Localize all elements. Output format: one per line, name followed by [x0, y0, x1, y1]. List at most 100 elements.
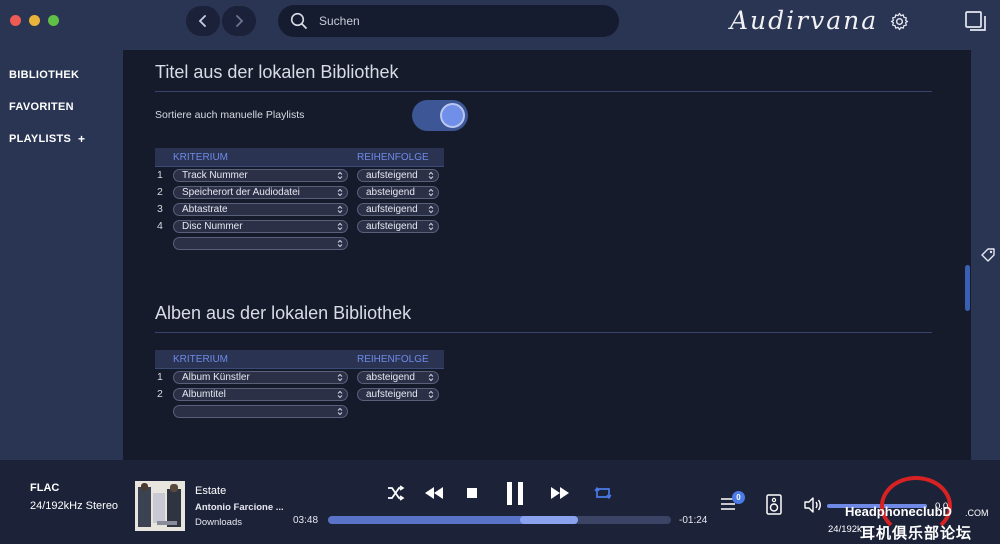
mini-player-icon[interactable]	[964, 10, 988, 34]
seek-bar-buffer	[520, 516, 578, 524]
window-minimize-button[interactable]	[29, 15, 40, 26]
tracks-section-title: Titel aus der lokalen Bibliothek	[155, 62, 399, 82]
chevron-right-icon	[236, 15, 244, 27]
updown-icon	[337, 390, 343, 399]
updown-icon	[428, 188, 434, 197]
criterion-select-empty[interactable]	[173, 405, 348, 418]
criterion-select[interactable]: Abtastrate	[173, 203, 348, 216]
manual-playlists-toggle[interactable]	[412, 100, 468, 131]
watermark-cn: 耳机俱乐部论坛	[860, 525, 973, 542]
criterion-select[interactable]: Speicherort der Audiodatei	[173, 186, 348, 199]
sidebar: BIBLIOTHEK FAVORITEN PLAYLISTS +	[0, 50, 123, 460]
remaining-time: -01:24	[679, 515, 708, 526]
queue-count-badge: 0	[732, 491, 745, 504]
albums-section-title: Alben aus der lokalen Bibliothek	[155, 303, 412, 323]
audio-format-detail: 24/192kHz Stereo	[30, 500, 119, 512]
updown-icon	[337, 407, 343, 416]
title-bar: Suchen Audirvana	[0, 0, 1000, 50]
search-icon	[290, 12, 307, 29]
album-art-image	[135, 481, 185, 531]
order-select[interactable]: absteigend	[357, 371, 439, 384]
order-select[interactable]: aufsteigend	[357, 388, 439, 401]
speaker-device-icon[interactable]	[766, 494, 782, 515]
row-number: 3	[157, 203, 163, 215]
criterion-select-empty[interactable]	[173, 237, 348, 250]
select-value: absteigend	[366, 187, 415, 198]
volume-icon[interactable]	[804, 497, 822, 513]
stop-icon[interactable]	[466, 487, 478, 499]
previous-icon[interactable]	[425, 487, 443, 499]
row-number: 1	[157, 371, 163, 383]
order-select[interactable]: aufsteigend	[357, 169, 439, 182]
shuffle-icon[interactable]	[387, 485, 405, 501]
sidebar-item-favorites[interactable]: FAVORITEN	[9, 101, 74, 113]
track-title[interactable]: Estate	[195, 485, 226, 497]
row-number: 2	[157, 388, 163, 400]
divider	[155, 332, 932, 333]
manual-playlists-toggle-label: Sortiere auch manuelle Playlists	[155, 109, 305, 121]
tag-icon[interactable]	[980, 247, 996, 263]
header-order: REIHENFOLGE	[357, 152, 429, 163]
select-value: Album Künstler	[182, 372, 250, 383]
back-button[interactable]	[186, 6, 220, 36]
header-criterion: KRITERIUM	[173, 152, 228, 163]
toggle-knob	[440, 103, 465, 128]
watermark-domain: .COM	[965, 508, 989, 518]
search-input[interactable]: Suchen	[278, 5, 619, 37]
scrollbar-thumb[interactable]	[965, 265, 970, 311]
updown-icon	[337, 171, 343, 180]
seek-bar[interactable]	[328, 516, 671, 524]
chevron-left-icon	[198, 15, 206, 27]
order-select[interactable]: aufsteigend	[357, 220, 439, 233]
select-value: aufsteigend	[366, 170, 418, 181]
audio-format: FLAC	[30, 482, 60, 494]
order-select[interactable]: aufsteigend	[357, 203, 439, 216]
track-album[interactable]: Downloads	[195, 517, 242, 528]
table-header: KRITERIUM REIHENFOLGE	[155, 350, 444, 369]
updown-icon	[337, 373, 343, 382]
updown-icon	[428, 205, 434, 214]
order-select[interactable]: absteigend	[357, 186, 439, 199]
elapsed-time: 03:48	[293, 515, 319, 526]
window-close-button[interactable]	[10, 15, 21, 26]
select-value: absteigend	[366, 372, 415, 383]
select-value: aufsteigend	[366, 204, 418, 215]
app-logo: Audirvana	[730, 6, 879, 35]
select-value: Abtastrate	[182, 204, 228, 215]
divider	[155, 91, 932, 92]
criterion-select[interactable]: Track Nummer	[173, 169, 348, 182]
updown-icon	[428, 390, 434, 399]
updown-icon	[428, 222, 434, 231]
updown-icon	[428, 373, 434, 382]
select-value: Track Nummer	[182, 170, 248, 181]
criterion-select[interactable]: Disc Nummer	[173, 220, 348, 233]
repeat-icon[interactable]	[594, 486, 612, 500]
header-criterion: KRITERIUM	[173, 354, 228, 365]
updown-icon	[428, 171, 434, 180]
updown-icon	[337, 222, 343, 231]
track-artist[interactable]: Antonio Farcione ...	[195, 502, 284, 513]
gear-icon[interactable]	[890, 12, 909, 31]
album-cover[interactable]	[135, 481, 185, 531]
pause-icon[interactable]	[505, 481, 525, 506]
row-number: 2	[157, 186, 163, 198]
criterion-select[interactable]: Albumtitel	[173, 388, 348, 401]
output-format: 24/192k	[828, 524, 862, 535]
forward-button[interactable]	[222, 6, 256, 36]
select-value: aufsteigend	[366, 221, 418, 232]
table-header: KRITERIUM REIHENFOLGE	[155, 148, 444, 167]
sidebar-item-library[interactable]: BIBLIOTHEK	[9, 69, 79, 81]
add-playlist-button[interactable]: +	[78, 132, 85, 146]
window-maximize-button[interactable]	[48, 15, 59, 26]
row-number: 4	[157, 220, 163, 232]
select-value: Speicherort der Audiodatei	[182, 187, 300, 198]
header-order: REIHENFOLGE	[357, 354, 429, 365]
select-value: Disc Nummer	[182, 221, 243, 232]
updown-icon	[337, 205, 343, 214]
sidebar-item-playlists[interactable]: PLAYLISTS	[9, 133, 71, 145]
row-number: 1	[157, 169, 163, 181]
next-icon[interactable]	[551, 487, 569, 499]
updown-icon	[337, 188, 343, 197]
select-value: aufsteigend	[366, 389, 418, 400]
criterion-select[interactable]: Album Künstler	[173, 371, 348, 384]
